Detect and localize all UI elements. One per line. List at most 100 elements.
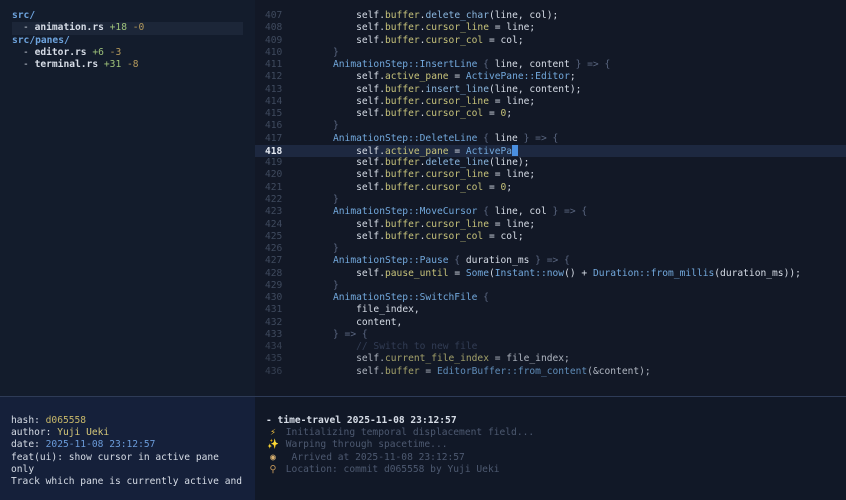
- code-text: self.buffer.cursor_line = line;: [299, 22, 535, 34]
- code-line[interactable]: 418 self.active_pane = ActivePa: [255, 144, 846, 158]
- line-number: 415: [265, 108, 283, 120]
- line-number: 414: [265, 95, 283, 107]
- code-line[interactable]: 427 AnimationStep::Pause { duration_ms } …: [255, 255, 846, 267]
- code-token: buffer: [385, 22, 420, 34]
- terminal-line: ✨ Warping through spacetime...: [266, 439, 836, 451]
- code-token: ;: [506, 108, 513, 120]
- line-number: 409: [265, 34, 283, 46]
- code-line[interactable]: 423 AnimationStep::MoveCursor { line, col…: [255, 206, 846, 218]
- code-line[interactable]: 419 self.buffer.delete_line(line);: [255, 157, 846, 169]
- code-line[interactable]: 424 self.buffer.cursor_line = line;: [255, 219, 846, 231]
- code-line[interactable]: 412 self.active_pane = ActivePane::Edito…: [255, 71, 846, 83]
- code-line[interactable]: 407 self.buffer.delete_char(line, col);: [255, 10, 846, 22]
- code-text: }: [299, 194, 339, 206]
- code-line[interactable]: 420 self.buffer.cursor_line = line;: [255, 169, 846, 181]
- code-line[interactable]: 435 self.current_file_index = file_index…: [255, 353, 846, 365]
- code-line[interactable]: 414 self.buffer.cursor_line = line;: [255, 96, 846, 108]
- code-line[interactable]: 432 content,: [255, 317, 846, 329]
- code-token: self: [356, 230, 380, 242]
- line-number: 419: [265, 157, 283, 169]
- code-line[interactable]: 426}: [255, 243, 846, 255]
- lines-removed: -0: [132, 22, 145, 34]
- code-line[interactable]: 413 self.buffer.insert_line(line, conten…: [255, 84, 846, 96]
- code-line[interactable]: 429}: [255, 280, 846, 292]
- code-token: Duration::from_millis: [592, 267, 715, 279]
- code-text: }: [299, 120, 339, 132]
- code-token: self: [356, 218, 380, 230]
- line-number: 433: [265, 328, 283, 340]
- code-line[interactable]: 428 self.pause_until = Some(Instant::now…: [255, 268, 846, 280]
- lines-added: +6: [92, 46, 104, 58]
- code-token: buffer: [385, 34, 420, 46]
- code-line[interactable]: 425 self.buffer.cursor_col = col;: [255, 231, 846, 243]
- code-line[interactable]: 430 AnimationStep::SwitchFile {: [255, 292, 846, 304]
- line-number: 408: [265, 22, 283, 34]
- code-token: insert_line: [425, 83, 489, 95]
- code-token: ActivePa: [465, 145, 513, 157]
- code-token: () +: [564, 267, 593, 279]
- code-line[interactable]: 431 file_index,: [255, 304, 846, 316]
- code-token: cursor_line: [425, 218, 489, 230]
- code-token: content,: [356, 316, 403, 328]
- code-token: } => {: [569, 59, 611, 71]
- lines-removed: -3: [109, 46, 122, 58]
- tree-dir[interactable]: src/: [12, 10, 243, 22]
- code-token: self: [356, 145, 380, 157]
- code-token: }: [333, 243, 339, 255]
- code-token: cursor_line: [425, 22, 489, 34]
- code-token: line, content: [494, 59, 570, 71]
- code-text: // Switch to new file: [299, 341, 477, 353]
- tree-dash: -: [23, 59, 35, 71]
- text-cursor: [512, 144, 519, 156]
- clock-icon: ◉: [270, 451, 276, 463]
- code-editor-pane[interactable]: 407 self.buffer.delete_char(line, col); 4…: [255, 0, 846, 396]
- code-line[interactable]: 433 } => {: [255, 329, 846, 341]
- code-line[interactable]: 417 AnimationStep::DeleteLine { line } =>…: [255, 133, 846, 145]
- tree-dash: -: [23, 46, 35, 58]
- code-token: } => {: [333, 328, 368, 340]
- code-token: self: [356, 71, 380, 83]
- code-token: buffer: [385, 95, 420, 107]
- code-line[interactable]: 421 self.buffer.cursor_col = 0;: [255, 182, 846, 194]
- code-token: buffer: [385, 10, 420, 21]
- commit-date: 2025-11-08 23:12:57: [45, 439, 156, 451]
- code-token: buffer: [385, 83, 420, 95]
- code-line[interactable]: 409 self.buffer.cursor_col = col;: [255, 35, 846, 47]
- code-text: content,: [299, 317, 402, 329]
- code-token: ActivePane::Editor: [465, 71, 570, 83]
- code-token: active_pane: [385, 145, 449, 157]
- code-line[interactable]: 408 self.buffer.cursor_line = line;: [255, 22, 846, 34]
- tree-file[interactable]: - animation.rs +18 -0: [12, 22, 243, 35]
- code-token: (&content);: [587, 365, 651, 377]
- code-token: }: [333, 46, 339, 58]
- code-text: AnimationStep::InsertLine { line, conten…: [299, 59, 610, 71]
- line-number: 422: [265, 193, 283, 205]
- line-number: 425: [265, 230, 283, 242]
- code-token: self: [356, 22, 380, 34]
- code-token: buffer: [385, 230, 420, 242]
- code-line[interactable]: 415 self.buffer.cursor_col = 0;: [255, 108, 846, 120]
- code-line[interactable]: 416}: [255, 120, 846, 132]
- code-line[interactable]: 410}: [255, 47, 846, 59]
- code-token: (line, col);: [488, 10, 559, 21]
- code-text: self.buffer.cursor_line = line;: [299, 96, 535, 108]
- code-token: self: [356, 108, 380, 120]
- tree-file[interactable]: - editor.rs +6 -3: [12, 47, 243, 59]
- code-token: }: [333, 120, 339, 132]
- code-line[interactable]: 422}: [255, 194, 846, 206]
- code-text: file_index,: [299, 304, 420, 316]
- code-text: self.buffer.delete_line(line);: [299, 157, 529, 169]
- code-token: = line;: [488, 218, 536, 230]
- code-token: self: [356, 95, 380, 107]
- dir-name: src/: [12, 10, 36, 21]
- code-text: self.buffer.insert_line(line, content);: [299, 84, 581, 96]
- code-line[interactable]: 436 self.buffer = EditorBuffer::from_con…: [255, 366, 846, 378]
- commit-author: Yuji Ueki: [57, 427, 110, 439]
- tree-file[interactable]: - terminal.rs +31 -8: [12, 59, 243, 71]
- code-line[interactable]: 434 // Switch to new file: [255, 341, 846, 353]
- code-token: =: [448, 145, 466, 157]
- code-token: (line, content);: [488, 83, 582, 95]
- tree-dir[interactable]: src/panes/: [12, 35, 243, 47]
- code-line[interactable]: 411 AnimationStep::InsertLine { line, con…: [255, 59, 846, 71]
- code-token: active_pane: [385, 71, 449, 83]
